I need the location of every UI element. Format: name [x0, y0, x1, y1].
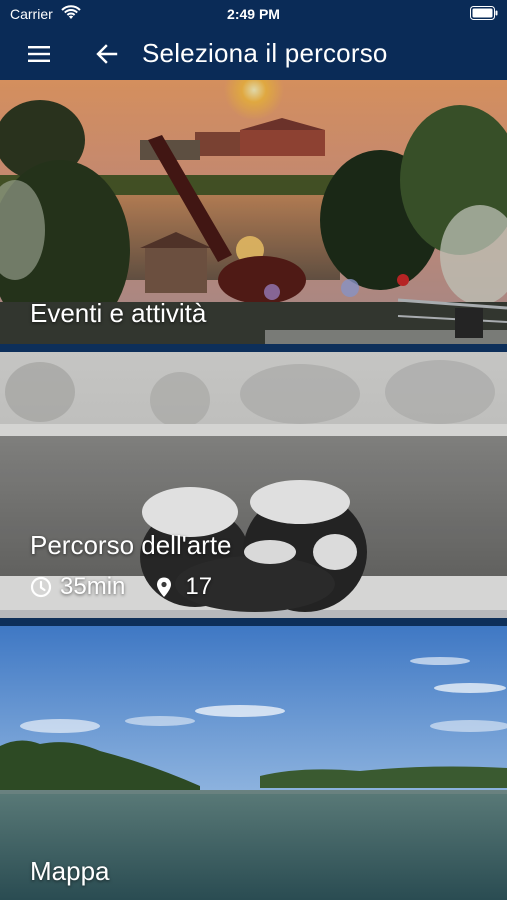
location-pin-icon [157, 577, 172, 597]
route-title: Percorso dell'arte [30, 530, 232, 560]
navigation-bar: Seleziona il percorso [0, 28, 507, 80]
back-arrow-icon[interactable] [94, 41, 120, 67]
route-duration: 35min [60, 573, 126, 600]
page-title: Seleziona il percorso [142, 38, 388, 68]
route-card-events[interactable]: Eventi e attività [0, 80, 507, 344]
route-title: Mappa [30, 856, 110, 886]
status-bar: Carrier 2:49 PM [0, 0, 507, 28]
route-meta: 35min 17 [30, 573, 212, 601]
clock-icon [30, 576, 52, 598]
route-title: Eventi e attività [30, 298, 207, 328]
clock-time: 2:49 PM [227, 6, 280, 22]
route-card-art[interactable]: Percorso dell'arte 35min 17 [0, 352, 507, 618]
route-stops-count: 17 [185, 573, 213, 600]
menu-icon[interactable] [26, 41, 52, 67]
battery-icon [470, 6, 498, 20]
route-card-map[interactable]: Mappa [0, 626, 507, 900]
